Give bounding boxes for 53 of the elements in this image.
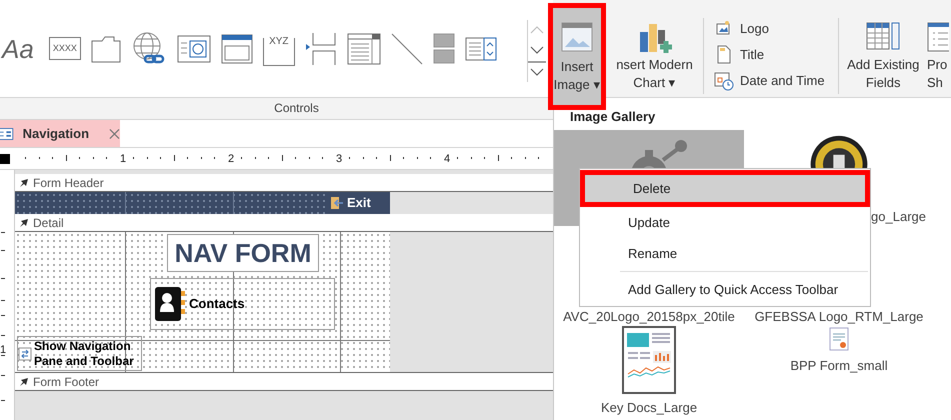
datetime-button[interactable]: Date and Time xyxy=(714,70,838,92)
gallery-item-label: Key Docs_Large xyxy=(600,399,698,417)
textbox-tool-icon[interactable]: XXXX xyxy=(48,36,81,60)
gallery-item-label: BPP Form_small xyxy=(790,357,888,375)
section-bar: Form Footer xyxy=(15,373,553,391)
swap-icon[interactable] xyxy=(18,346,32,360)
contact-book-icon[interactable] xyxy=(153,285,187,323)
spin-list-icon[interactable] xyxy=(464,36,497,60)
gallery-item-label: GFEBSSA Logo_RTM_Large xyxy=(754,308,924,326)
globe-link-icon[interactable] xyxy=(130,30,167,66)
contacts-button[interactable]: Contacts xyxy=(150,278,335,330)
form-title: NAV FORM xyxy=(167,234,319,272)
section-bar: Detail xyxy=(15,214,553,232)
logo-button[interactable]: Logo xyxy=(714,18,838,40)
frame-tool-icon[interactable]: XYZ xyxy=(262,38,295,66)
exit-icon[interactable] xyxy=(330,196,344,210)
gallery-item-label: go_Large xyxy=(871,208,926,226)
menu-item[interactable]: Delete xyxy=(580,170,870,207)
ruler-number: 4 xyxy=(444,152,450,167)
list-box-icon[interactable] xyxy=(346,32,381,64)
ruler-number: 2 xyxy=(228,152,234,167)
datetime-icon[interactable] xyxy=(714,71,734,91)
gallery-item[interactable]: Key Docs_Large xyxy=(554,326,744,418)
close-icon[interactable] xyxy=(109,128,120,140)
gallery-title: Image Gallery xyxy=(570,109,656,124)
insert-image-button[interactable]: Insert Image ▾ xyxy=(548,3,606,110)
select-form-icon[interactable] xyxy=(0,154,10,164)
exit-button[interactable]: Exit xyxy=(328,192,390,214)
insert-chart-button[interactable]: nsert Modern Chart ▾ xyxy=(606,0,703,97)
image-icon[interactable] xyxy=(561,22,593,52)
ruler-number: 1 xyxy=(120,152,126,167)
document-tab[interactable]: Navigation xyxy=(0,120,120,147)
add-existing-fields-button[interactable]: Add Existing Fields xyxy=(839,0,928,97)
page-break-icon[interactable] xyxy=(304,32,337,66)
gallery-item[interactable]: BPP Form_small xyxy=(744,326,934,376)
property-sheet-button[interactable]: Pro Sh xyxy=(927,0,951,97)
navigation-control-icon[interactable] xyxy=(220,34,253,64)
property-sheet-icon[interactable] xyxy=(927,20,950,54)
navigation-toggle-button[interactable]: Show Navigation Pane and Toolbar xyxy=(17,336,142,371)
folder-icon[interactable] xyxy=(90,34,121,62)
title-button[interactable]: Title xyxy=(714,44,838,66)
ruler-number: 3 xyxy=(336,152,342,167)
form-picture-icon[interactable] xyxy=(828,326,850,352)
form-icon[interactable] xyxy=(0,126,15,142)
report-picture-icon[interactable] xyxy=(622,326,676,394)
group-label: Controls xyxy=(273,100,319,117)
label-tool-icon[interactable]: Aa xyxy=(0,34,39,64)
line-tool-icon[interactable] xyxy=(390,32,423,64)
gallery-item-label: AVC_20Logo_20158px_20tile xyxy=(563,308,735,326)
ruler-number: 1 xyxy=(0,343,6,358)
section-bar: Form Header xyxy=(15,174,553,192)
web-browser-icon[interactable] xyxy=(176,34,211,62)
toggle-button-icon[interactable] xyxy=(432,32,455,64)
